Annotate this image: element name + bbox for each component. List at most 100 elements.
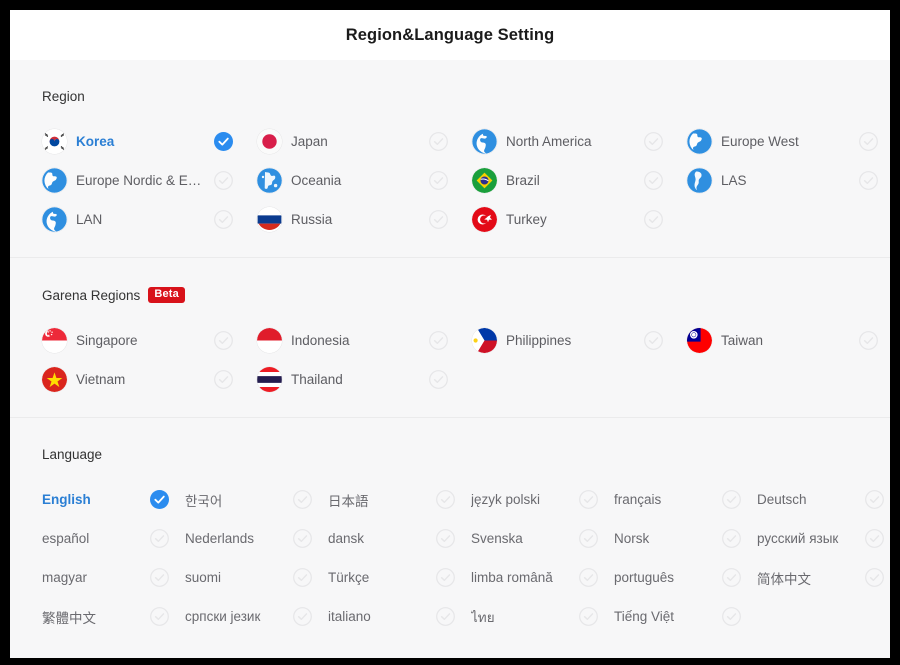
check-circle-outline-icon[interactable] [293, 529, 312, 548]
language-option[interactable]: magyar [42, 558, 185, 597]
language-option[interactable]: 한국어 [185, 480, 328, 519]
check-circle-outline-icon[interactable] [214, 171, 233, 190]
check-circle-outline-icon[interactable] [436, 529, 455, 548]
check-circle-outline-icon[interactable] [436, 568, 455, 587]
region-option[interactable]: Oceania [257, 161, 472, 200]
check-circle-outline-icon[interactable] [214, 331, 233, 350]
check-circle-outline-icon[interactable] [150, 607, 169, 626]
language-option-label: português [614, 570, 675, 585]
language-option-label: magyar [42, 570, 88, 585]
language-option[interactable]: Tiếng Việt [614, 597, 757, 636]
check-circle-outline-icon[interactable] [859, 171, 878, 190]
language-option[interactable]: Svenska [471, 519, 614, 558]
language-option[interactable]: Norsk [614, 519, 757, 558]
language-option[interactable]: ไทย [471, 597, 614, 636]
region-option[interactable]: Russia [257, 200, 472, 239]
check-circle-outline-icon[interactable] [579, 490, 598, 509]
check-circle-filled-icon[interactable] [214, 132, 233, 151]
check-circle-outline-icon[interactable] [293, 490, 312, 509]
language-option[interactable]: suomi [185, 558, 328, 597]
garena-region-option[interactable]: Thailand [257, 360, 472, 399]
language-option-label: 한국어 [185, 493, 223, 509]
check-circle-outline-icon[interactable] [579, 607, 598, 626]
language-section-title: Language [42, 447, 890, 462]
language-option[interactable]: français [614, 480, 757, 519]
check-circle-outline-icon[interactable] [579, 568, 598, 587]
settings-window: Region&Language Setting Region Korea Japa… [10, 10, 890, 658]
check-circle-outline-icon[interactable] [722, 607, 741, 626]
language-option[interactable]: 日本語 [328, 480, 471, 519]
check-circle-outline-icon[interactable] [859, 331, 878, 350]
check-circle-outline-icon[interactable] [722, 529, 741, 548]
check-circle-outline-icon[interactable] [865, 490, 884, 509]
language-option[interactable]: español [42, 519, 185, 558]
region-option[interactable]: Turkey [472, 200, 687, 239]
region-option-label: Turkey [506, 212, 547, 227]
garena-region-option[interactable]: Indonesia [257, 321, 472, 360]
garena-region-option[interactable]: Vietnam [42, 360, 257, 399]
check-circle-outline-icon[interactable] [436, 490, 455, 509]
language-option[interactable]: 简体中文 [757, 558, 890, 597]
check-circle-outline-icon[interactable] [644, 171, 663, 190]
language-option-label: español [42, 531, 90, 546]
garena-region-option-label: Vietnam [76, 372, 126, 387]
language-option[interactable]: język polski [471, 480, 614, 519]
region-option[interactable]: North America [472, 122, 687, 161]
language-option[interactable]: Deutsch [757, 480, 890, 519]
check-circle-outline-icon[interactable] [644, 132, 663, 151]
language-option[interactable]: limba română [471, 558, 614, 597]
region-option[interactable]: Europe Nordic & E… [42, 161, 257, 200]
check-circle-outline-icon[interactable] [865, 568, 884, 587]
check-circle-outline-icon[interactable] [865, 529, 884, 548]
region-option-label: Korea [76, 134, 115, 149]
check-circle-outline-icon[interactable] [293, 607, 312, 626]
language-option[interactable]: српски језик [185, 597, 328, 636]
region-option[interactable]: Europe West [687, 122, 890, 161]
language-option[interactable]: 繁體中文 [42, 597, 185, 636]
check-circle-outline-icon[interactable] [429, 370, 448, 389]
check-circle-outline-icon[interactable] [429, 210, 448, 229]
check-circle-outline-icon[interactable] [214, 210, 233, 229]
region-option-label: LAS [721, 173, 747, 188]
check-circle-outline-icon[interactable] [429, 331, 448, 350]
region-option[interactable]: Japan [257, 122, 472, 161]
region-option[interactable]: Brazil [472, 161, 687, 200]
language-option[interactable]: Türkçe [328, 558, 471, 597]
check-circle-outline-icon[interactable] [722, 568, 741, 587]
language-option-label: ไทย [471, 609, 495, 625]
check-circle-outline-icon[interactable] [150, 568, 169, 587]
language-option[interactable]: dansk [328, 519, 471, 558]
check-circle-outline-icon[interactable] [429, 171, 448, 190]
language-option[interactable]: italiano [328, 597, 471, 636]
check-circle-outline-icon[interactable] [644, 331, 663, 350]
garena-region-option[interactable]: Philippines [472, 321, 687, 360]
region-option-label: Russia [291, 212, 333, 227]
language-option[interactable]: English [42, 480, 185, 519]
language-option-label: Norsk [614, 531, 650, 546]
language-option-label: 繁體中文 [42, 610, 96, 626]
flag-singapore-icon [42, 328, 67, 353]
check-circle-outline-icon[interactable] [150, 529, 169, 548]
region-option-label: North America [506, 134, 592, 149]
garena-region-option[interactable]: Singapore [42, 321, 257, 360]
region-option[interactable]: LAS [687, 161, 890, 200]
check-circle-outline-icon[interactable] [859, 132, 878, 151]
check-circle-outline-icon[interactable] [644, 210, 663, 229]
language-option-label: français [614, 492, 662, 507]
check-circle-outline-icon[interactable] [436, 607, 455, 626]
check-circle-filled-icon[interactable] [150, 490, 169, 509]
garena-section-label: Garena Regions [42, 287, 141, 303]
check-circle-outline-icon[interactable] [722, 490, 741, 509]
language-option[interactable]: русский язык [757, 519, 890, 558]
region-option[interactable]: LAN [42, 200, 257, 239]
check-circle-outline-icon[interactable] [579, 529, 598, 548]
language-option[interactable]: Nederlands [185, 519, 328, 558]
check-circle-outline-icon[interactable] [214, 370, 233, 389]
garena-region-option[interactable]: Taiwan [687, 321, 890, 360]
check-circle-outline-icon[interactable] [429, 132, 448, 151]
region-option[interactable]: Korea [42, 122, 257, 161]
language-option-label: język polski [471, 492, 541, 507]
language-option[interactable]: português [614, 558, 757, 597]
garena-option-grid: Singapore Indonesia Philippines Taiwan Vietn… [42, 321, 890, 399]
check-circle-outline-icon[interactable] [293, 568, 312, 587]
